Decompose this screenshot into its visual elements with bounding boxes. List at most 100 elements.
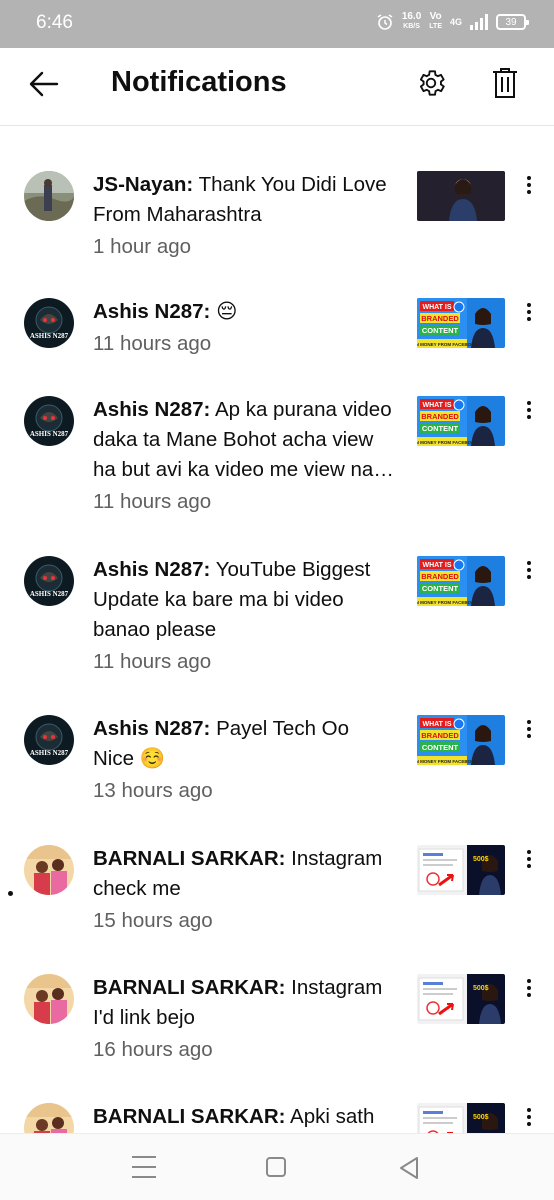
svg-text:WHAT IS: WHAT IS — [422, 721, 451, 728]
battery-icon: 39 — [496, 14, 529, 30]
author-name: BARNALI SARKAR: — [93, 1105, 286, 1128]
home-square-icon[interactable] — [266, 1157, 286, 1177]
notification-text: JS-Nayan: Thank You Didi Love From Mahara… — [93, 170, 401, 262]
svg-text:CONTENT: CONTENT — [422, 424, 459, 433]
message-text: Apki sath — [290, 1105, 375, 1128]
status-bar: 6:46 16.0 KB/S Vo LTE 4G 39 — [0, 0, 554, 48]
message-line: JS-Nayan: Thank You Didi Love — [93, 170, 401, 200]
message-text: Nice ☺️ — [93, 747, 166, 770]
timestamp: 11 hours ago — [93, 332, 212, 355]
message-text: I'd link bejo — [93, 1006, 195, 1029]
message-text: YouTube Biggest — [215, 558, 371, 581]
timestamp: 11 hours ago — [93, 490, 212, 513]
notification-text: BARNALI SARKAR: Apki sath — [93, 1102, 401, 1132]
message-text: Thank You Didi Love — [198, 173, 387, 196]
message-text: Payel Tech Oo — [216, 717, 350, 740]
notification-item[interactable]: ASHIS N287 Ashis N287: Ap ka purana video… — [0, 396, 554, 516]
message-line: check me — [93, 874, 401, 904]
status-icons: 16.0 KB/S Vo LTE 4G 39 — [376, 12, 529, 32]
more-options-icon[interactable] — [516, 395, 542, 425]
message-text: ha but avi ka video me view na… — [93, 458, 394, 481]
more-options-icon[interactable] — [516, 170, 542, 200]
svg-text:ASHIS N287: ASHIS N287 — [30, 749, 69, 757]
timestamp: 13 hours ago — [93, 779, 213, 802]
notification-text: Ashis N287: 😔 11 hours ago — [93, 297, 401, 359]
svg-text:WHAT IS: WHAT IS — [422, 402, 451, 409]
video-thumbnail[interactable]: 500$ — [417, 845, 505, 895]
avatar[interactable] — [24, 845, 74, 895]
more-options-icon[interactable] — [516, 297, 542, 327]
page-title: Notifications — [111, 66, 287, 98]
message-text: 😔 — [216, 300, 238, 323]
message-text: check me — [93, 877, 181, 900]
svg-text:EARN MONEY FROM FACEBOOK: EARN MONEY FROM FACEBOOK — [417, 440, 479, 445]
avatar[interactable] — [24, 974, 74, 1024]
video-thumbnail[interactable]: WHAT IS BRANDED CONTENT EARN MONEY FROM FAC… — [417, 556, 505, 606]
svg-text:BRANDED: BRANDED — [421, 572, 459, 581]
svg-text:CONTENT: CONTENT — [422, 584, 459, 593]
avatar[interactable]: ASHIS N287 — [24, 396, 74, 446]
timestamp: 16 hours ago — [93, 1038, 213, 1061]
message-line: Update ka bare ma bi video — [93, 585, 401, 615]
notification-item[interactable]: BARNALI SARKAR: Instagram I'd link bejo 16… — [0, 974, 554, 1094]
svg-text:CONTENT: CONTENT — [422, 743, 459, 752]
avatar[interactable]: ASHIS N287 — [24, 298, 74, 348]
author-name: Ashis N287: — [93, 300, 211, 323]
video-thumbnail[interactable]: WHAT IS BRANDED CONTENT EARN MONEY FROM FAC… — [417, 298, 505, 348]
delete-button[interactable] — [482, 60, 528, 106]
gear-icon — [419, 70, 445, 96]
status-time: 6:46 — [36, 12, 73, 33]
settings-button[interactable] — [408, 60, 454, 106]
svg-text:WHAT IS: WHAT IS — [422, 562, 451, 569]
message-line: Ashis N287: YouTube Biggest — [93, 555, 401, 585]
video-thumbnail[interactable]: WHAT IS BRANDED CONTENT EARN MONEY FROM FAC… — [417, 715, 505, 765]
svg-text:EARN MONEY FROM FACEBOOK: EARN MONEY FROM FACEBOOK — [417, 759, 479, 764]
message-line: ha but avi ka video me view na… — [93, 455, 401, 485]
notification-text: Ashis N287: YouTube Biggest Update ka bar… — [93, 555, 401, 677]
app-bar: Notifications — [0, 48, 554, 126]
back-button[interactable] — [22, 62, 66, 106]
svg-text:ASHIS N287: ASHIS N287 — [30, 332, 69, 340]
message-text: daka ta Mane Bohot acha view — [93, 428, 374, 451]
message-line: Ashis N287: 😔 — [93, 297, 401, 327]
notification-item[interactable]: ASHIS N287 Ashis N287: YouTube Biggest Upd… — [0, 556, 554, 676]
avatar[interactable]: ASHIS N287 — [24, 715, 74, 765]
more-options-icon[interactable] — [516, 555, 542, 585]
avatar[interactable] — [24, 171, 74, 221]
more-options-icon[interactable] — [516, 973, 542, 1003]
notification-text: Ashis N287: Ap ka purana video daka ta Ma… — [93, 395, 401, 517]
more-options-icon[interactable] — [516, 714, 542, 744]
author-name: JS-Nayan: — [93, 173, 194, 196]
recent-apps-icon[interactable] — [132, 1156, 156, 1178]
message-line: Nice ☺️ — [93, 744, 401, 774]
message-line: Ashis N287: Payel Tech Oo — [93, 714, 401, 744]
video-thumbnail[interactable]: 500$ — [417, 974, 505, 1024]
timestamp: 15 hours ago — [93, 909, 213, 932]
trash-icon — [493, 68, 517, 98]
more-options-icon[interactable] — [516, 1102, 542, 1132]
notification-item[interactable]: JS-Nayan: Thank You Didi Love From Mahara… — [0, 171, 554, 291]
timestamp: 11 hours ago — [93, 650, 212, 673]
notification-item[interactable]: ASHIS N287 Ashis N287: Payel Tech Oo Nice … — [0, 715, 554, 835]
avatar[interactable]: ASHIS N287 — [24, 556, 74, 606]
message-line: banao please — [93, 615, 401, 645]
author-name: BARNALI SARKAR: — [93, 847, 286, 870]
svg-text:BRANDED: BRANDED — [421, 731, 459, 740]
author-name: Ashis N287: — [93, 558, 211, 581]
video-thumbnail[interactable] — [417, 171, 505, 221]
svg-text:500$: 500$ — [473, 856, 489, 863]
arrow-left-icon — [29, 71, 59, 97]
svg-text:500$: 500$ — [473, 985, 489, 992]
signal-icon — [470, 14, 488, 30]
more-options-icon[interactable] — [516, 844, 542, 874]
notification-item[interactable]: BARNALI SARKAR: Instagram check me 15 hour… — [0, 845, 554, 965]
svg-text:WHAT IS: WHAT IS — [422, 304, 451, 311]
svg-text:ASHIS N287: ASHIS N287 — [30, 430, 69, 438]
message-text: Instagram — [291, 976, 383, 999]
message-line: From Maharashtra — [93, 200, 401, 230]
back-triangle-icon[interactable] — [398, 1156, 420, 1180]
svg-text:EARN MONEY FROM FACEBOOK: EARN MONEY FROM FACEBOOK — [417, 600, 479, 605]
video-thumbnail[interactable]: WHAT IS BRANDED CONTENT EARN MONEY FROM FAC… — [417, 396, 505, 446]
svg-text:ASHIS N287: ASHIS N287 — [30, 590, 69, 598]
message-text: From Maharashtra — [93, 203, 262, 226]
